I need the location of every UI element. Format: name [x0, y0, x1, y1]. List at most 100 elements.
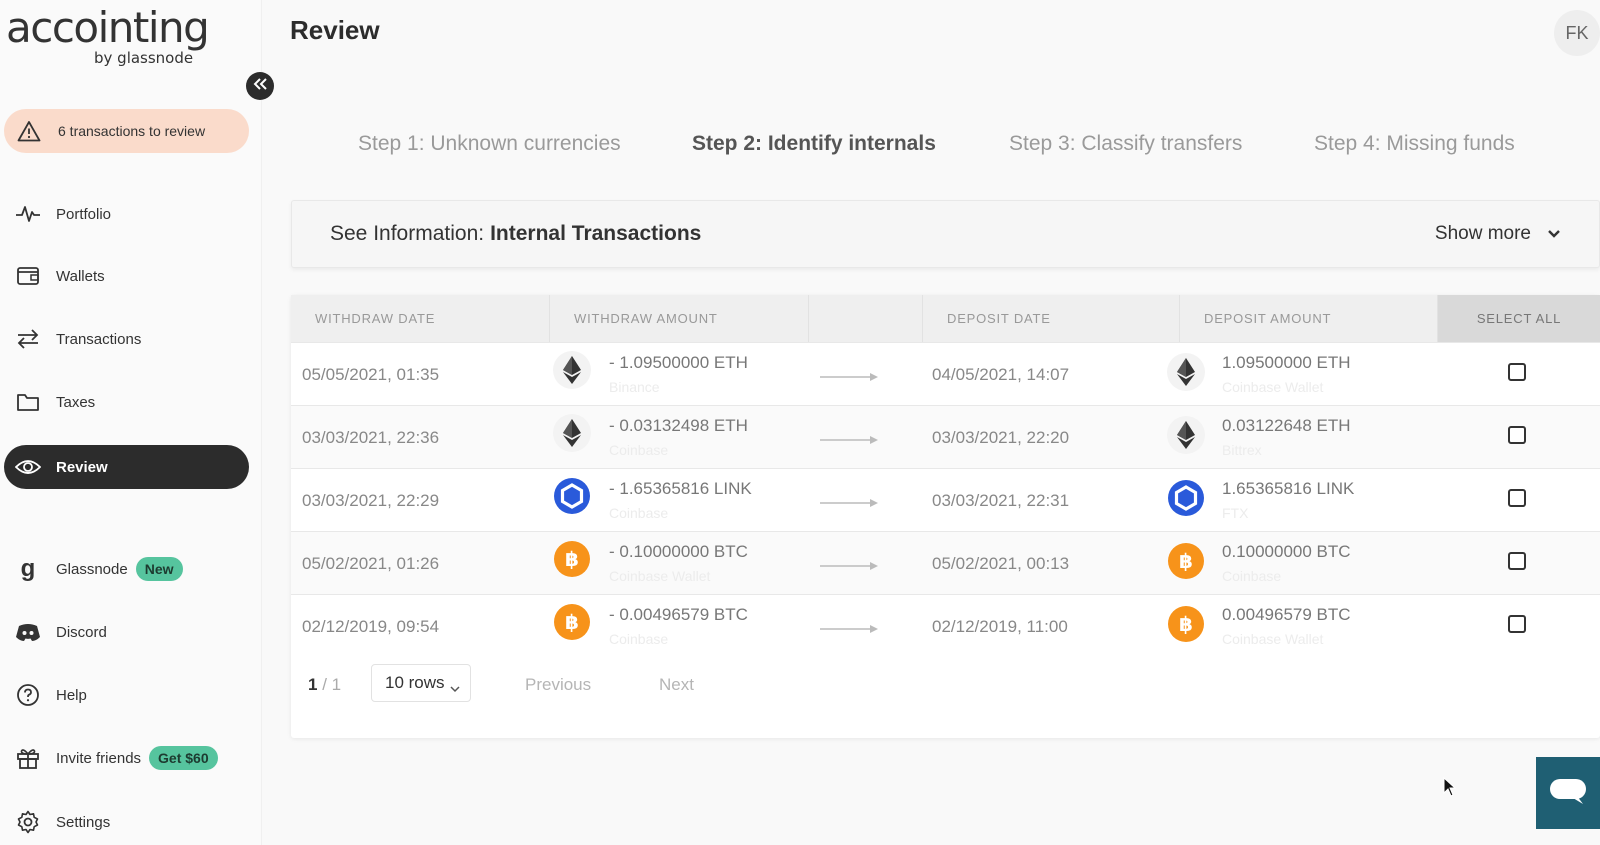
step-identify-internals[interactable]: Step 2: Identify internals: [692, 132, 936, 156]
sidebar-item-transactions[interactable]: Transactions: [4, 317, 249, 361]
withdraw-exchange: Coinbase: [609, 442, 669, 458]
table-header: WITHDRAW DATE WITHDRAW AMOUNT DEPOSIT DA…: [291, 295, 1600, 342]
select-row-checkbox[interactable]: [1508, 426, 1526, 444]
withdraw-exchange: Coinbase: [609, 505, 669, 521]
withdraw-date: 03/03/2021, 22:36: [302, 428, 440, 447]
logo-subtext: by glassnode: [94, 49, 194, 67]
new-badge: New: [135, 557, 183, 581]
col-spacer: [809, 295, 923, 342]
sidebar-item-label: Taxes: [56, 393, 96, 411]
page-title: Review: [290, 15, 380, 45]
deposit-date: 04/05/2021, 14:07: [932, 365, 1070, 384]
pagination: 1 / 1 10 rows Previous Next: [291, 653, 1600, 713]
eth-icon: [553, 351, 591, 389]
withdraw-amount: - 1.65365816 LINK: [609, 479, 752, 498]
sidebar-item-help[interactable]: Help: [4, 673, 249, 717]
select-row-checkbox[interactable]: [1508, 363, 1526, 381]
select-row-checkbox[interactable]: [1508, 552, 1526, 570]
sidebar-item-label: Invite friends: [56, 749, 142, 767]
collapse-sidebar-button[interactable]: [246, 72, 274, 100]
sidebar-item-label: Review: [56, 458, 108, 476]
rows-per-page-select[interactable]: 10 rows: [371, 664, 471, 702]
sidebar-item-glassnode[interactable]: g Glassnode New: [4, 547, 249, 591]
gear-icon: [14, 808, 42, 836]
table-row[interactable]: 03/03/2021, 22:29 - 1.65365816 LINK Coinba…: [291, 468, 1600, 532]
sidebar-item-settings[interactable]: Settings: [4, 800, 249, 844]
sidebar-item-label: Transactions: [56, 330, 142, 348]
arrow-right-icon: [820, 373, 878, 381]
step-classify-transfers[interactable]: Step 3: Classify transfers: [1009, 132, 1242, 156]
btc-icon: ฿: [1167, 542, 1205, 580]
btc-icon: ฿: [553, 603, 591, 641]
table-row[interactable]: 02/12/2019, 09:54 ฿ - 0.00496579 BTC Coinba…: [291, 594, 1600, 658]
col-withdraw-amount: WITHDRAW AMOUNT: [550, 295, 809, 342]
arrow-right-icon: [820, 562, 878, 570]
eth-icon: [553, 414, 591, 452]
table-row[interactable]: 05/05/2021, 01:35 - 1.09500000 ETH Binance…: [291, 342, 1600, 406]
withdraw-amount: - 0.00496579 BTC: [609, 605, 748, 624]
arrow-right-icon: [820, 436, 878, 444]
sidebar-item-invite-friends[interactable]: Invite friends Get $60: [4, 736, 249, 780]
avatar[interactable]: FK: [1554, 10, 1600, 56]
glassnode-g-icon: g: [20, 555, 36, 582]
arrow-right-icon: [820, 625, 878, 633]
table-row[interactable]: 05/02/2021, 01:26 ฿ - 0.10000000 BTC Coinba…: [291, 531, 1600, 595]
sidebar-item-label: Wallets: [56, 267, 105, 285]
folder-icon: [14, 388, 42, 416]
step-unknown-currencies[interactable]: Step 1: Unknown currencies: [358, 132, 621, 156]
show-more-button[interactable]: Show more: [1435, 201, 1561, 267]
chevron-down-icon: [1547, 229, 1561, 239]
withdraw-date: 03/03/2021, 22:29: [302, 491, 440, 510]
deposit-amount: 0.00496579 BTC: [1222, 605, 1351, 624]
sidebar-item-discord[interactable]: Discord: [4, 610, 249, 654]
double-chevron-left-icon: [253, 77, 267, 95]
step-missing-funds[interactable]: Step 4: Missing funds: [1314, 132, 1515, 156]
withdraw-exchange: Coinbase Wallet: [609, 568, 711, 584]
page-indicator: 1 / 1: [308, 675, 341, 695]
deposit-exchange: Coinbase Wallet: [1222, 379, 1324, 395]
deposit-amount: 1.09500000 ETH: [1222, 353, 1351, 372]
btc-icon: ฿: [553, 540, 591, 578]
sidebar-item-review[interactable]: Review: [4, 445, 249, 489]
logo[interactable]: accointing by glassnode: [6, 6, 236, 68]
sidebar-item-portfolio[interactable]: Portfolio: [4, 192, 249, 236]
alert-label: 6 transactions to review: [58, 123, 206, 139]
review-alert[interactable]: 6 transactions to review: [4, 109, 249, 153]
withdraw-date: 05/02/2021, 01:26: [302, 554, 440, 573]
col-deposit-amount: DEPOSIT AMOUNT: [1180, 295, 1438, 342]
withdraw-exchange: Binance: [609, 379, 660, 395]
deposit-exchange: Coinbase Wallet: [1222, 631, 1324, 647]
select-all-button[interactable]: SELECT ALL: [1438, 295, 1600, 342]
table-row[interactable]: 03/03/2021, 22:36 - 0.03132498 ETH Coinbas…: [291, 405, 1600, 469]
withdraw-amount: - 1.09500000 ETH: [609, 353, 748, 372]
deposit-exchange: FTX: [1222, 505, 1249, 521]
show-more-label: Show more: [1434, 223, 1531, 244]
withdraw-date: 05/05/2021, 01:35: [302, 365, 440, 384]
deposit-date: 03/03/2021, 22:20: [932, 428, 1070, 447]
sidebar-item-wallets[interactable]: Wallets: [4, 254, 249, 298]
review-steps: Step 1: Unknown currencies Step 2: Ident…: [290, 132, 1600, 162]
col-deposit-date: DEPOSIT DATE: [923, 295, 1180, 342]
total-pages: / 1: [322, 675, 342, 694]
previous-page-button[interactable]: Previous: [525, 675, 591, 695]
chevron-down-icon: [450, 678, 460, 698]
discord-icon: [14, 618, 42, 646]
chat-bubble-icon: [1549, 776, 1587, 811]
sidebar-item-taxes[interactable]: Taxes: [4, 380, 249, 424]
deposit-amount: 0.10000000 BTC: [1222, 542, 1351, 561]
btc-icon: ฿: [1167, 605, 1205, 643]
col-withdraw-date: WITHDRAW DATE: [291, 295, 550, 342]
eye-icon: [14, 453, 42, 481]
sidebar-item-label: Glassnode: [56, 560, 128, 578]
deposit-exchange: Coinbase: [1222, 568, 1282, 584]
next-page-button[interactable]: Next: [659, 675, 694, 695]
sidebar-item-label: Discord: [56, 623, 107, 641]
info-bar: See Information: Internal Transactions S…: [291, 200, 1600, 268]
sidebar: accointing by glassnode 6 transactions t…: [0, 0, 262, 845]
svg-text:฿: ฿: [1179, 549, 1193, 573]
withdraw-date: 02/12/2019, 09:54: [302, 617, 440, 636]
select-row-checkbox[interactable]: [1508, 615, 1526, 633]
select-row-checkbox[interactable]: [1508, 489, 1526, 507]
chat-widget-button[interactable]: [1536, 757, 1600, 829]
warning-icon: [16, 118, 42, 144]
